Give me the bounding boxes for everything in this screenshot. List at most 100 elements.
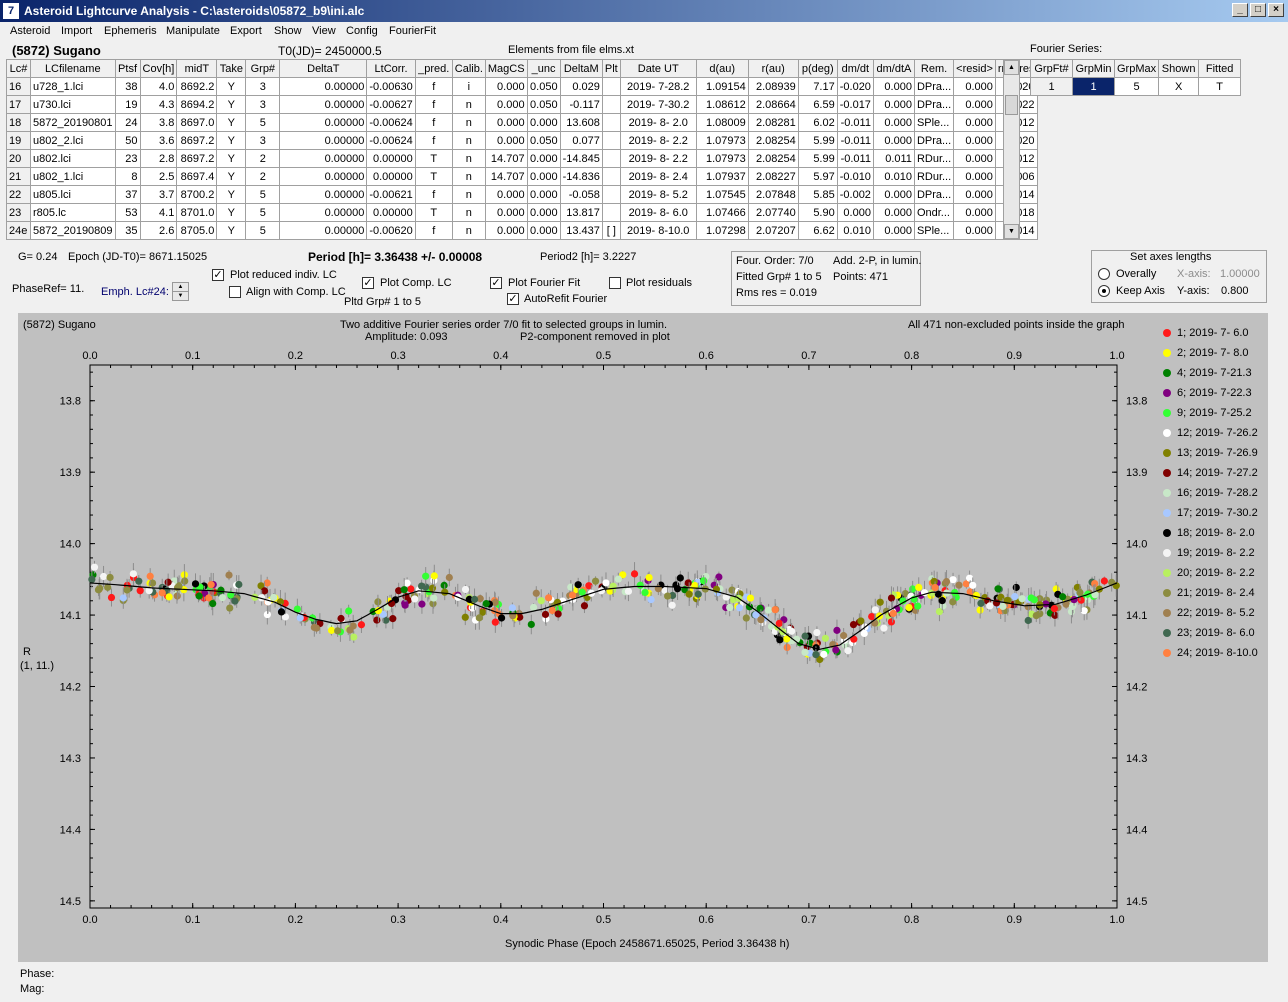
table-cell[interactable]: 3.8 [139, 113, 178, 132]
table-cell[interactable]: 1.08612 [695, 95, 749, 114]
table-cell[interactable] [601, 131, 621, 150]
fourier-cell[interactable]: 1 [1072, 77, 1115, 96]
table-cell[interactable]: 2019- 7-30.2 [619, 95, 697, 114]
table-cell[interactable]: 0.000 [953, 203, 996, 222]
table-cell[interactable]: 13.608 [559, 113, 603, 132]
table-cell[interactable]: 2019- 8- 2.0 [619, 113, 697, 132]
table-cell[interactable]: 14.707 [484, 149, 528, 168]
table-cell[interactable]: 8694.2 [176, 95, 218, 114]
menu-manipulate[interactable]: Manipulate [166, 25, 220, 37]
table-cell[interactable]: Y [216, 203, 247, 222]
menu-fourierfit[interactable]: FourierFit [389, 25, 436, 37]
table-cell[interactable]: 2.08939 [747, 77, 799, 96]
table-cell[interactable]: SPle... [913, 113, 955, 132]
fourier-col-header[interactable]: GrpFt# [1030, 59, 1073, 78]
table-cell[interactable]: 8 [114, 167, 141, 186]
table-cell[interactable]: f [414, 131, 453, 150]
table-cell[interactable]: 3 [245, 77, 281, 96]
col-header[interactable]: r(au) [747, 59, 799, 78]
table-cell[interactable]: -0.00621 [366, 185, 416, 204]
table-cell[interactable]: Y [216, 131, 247, 150]
plot-reduced-checkbox[interactable]: ✓ [212, 269, 224, 281]
table-cell[interactable]: Y [216, 185, 247, 204]
table-cell[interactable]: 2.6 [139, 221, 178, 240]
table-cell[interactable]: 2.08227 [747, 167, 799, 186]
table-cell[interactable] [601, 95, 621, 114]
table-cell[interactable]: 13.437 [559, 221, 603, 240]
table-row[interactable]: 23 r805.lc 53 4.1 8701.0 Y 5 0.00000 0.00000 Tn 0.… [6, 203, 1038, 222]
table-cell[interactable]: 0.000 [836, 203, 874, 222]
table-cell[interactable]: SPle... [913, 221, 955, 240]
table-cell[interactable]: 21 [6, 167, 31, 186]
table-cell[interactable] [601, 77, 621, 96]
table-cell[interactable]: -0.010 [836, 167, 874, 186]
table-cell[interactable]: 2 [245, 167, 281, 186]
table-cell[interactable]: 0.00000 [279, 185, 368, 204]
table-cell[interactable]: 18 [6, 113, 31, 132]
table-cell[interactable]: 2.08254 [747, 149, 799, 168]
keep-axis-radio[interactable] [1098, 285, 1110, 297]
table-cell[interactable]: 0.000 [526, 221, 561, 240]
table-cell[interactable]: u802_2.lci [30, 131, 116, 150]
menu-show[interactable]: Show [274, 25, 302, 37]
maximize-icon[interactable]: □ [1250, 3, 1266, 17]
table-cell[interactable]: 0.010 [836, 221, 874, 240]
table-cell[interactable]: 2.08254 [747, 131, 799, 150]
table-cell[interactable]: -0.058 [559, 185, 603, 204]
table-cell[interactable]: 1.07545 [695, 185, 749, 204]
fourier-col-header[interactable]: GrpMin [1072, 59, 1115, 78]
col-header[interactable]: dm/dtA [872, 59, 915, 78]
table-cell[interactable]: u728_1.lci [30, 77, 116, 96]
table-cell[interactable]: 0.010 [872, 167, 915, 186]
table-cell[interactable]: 0.000 [526, 149, 561, 168]
table-cell[interactable]: Y [216, 95, 247, 114]
col-header[interactable]: d(au) [695, 59, 749, 78]
table-cell[interactable]: -0.00627 [366, 95, 416, 114]
table-cell[interactable]: 0.000 [872, 77, 915, 96]
table-cell[interactable]: -0.117 [559, 95, 603, 114]
close-icon[interactable]: × [1268, 3, 1284, 17]
table-cell[interactable]: 22 [6, 185, 31, 204]
table-row[interactable]: 20 u802.lci 23 2.8 8697.2 Y 2 0.00000 0.00000 Tn 1… [6, 149, 1038, 168]
table-row[interactable]: 18 5872_20190801 24 3.8 8697.0 Y 5 0.00000 -0.00… [6, 113, 1038, 132]
table-scrollbar[interactable] [1003, 59, 1020, 240]
table-cell[interactable]: 5.97 [797, 167, 838, 186]
table-cell[interactable]: u805.lci [30, 185, 116, 204]
table-cell[interactable]: i [451, 77, 486, 96]
table-cell[interactable]: f [414, 185, 453, 204]
table-cell[interactable]: 5872_20190801 [30, 113, 116, 132]
fourier-col-header[interactable]: Fitted [1198, 59, 1242, 78]
table-cell[interactable]: -0.011 [836, 113, 874, 132]
table-cell[interactable]: 2019- 8-10.0 [619, 221, 697, 240]
table-cell[interactable]: 7.17 [797, 77, 838, 96]
table-cell[interactable]: 2019- 8- 2.2 [619, 149, 697, 168]
table-cell[interactable]: 4.0 [139, 77, 178, 96]
table-cell[interactable]: -0.00624 [366, 131, 416, 150]
table-cell[interactable]: u802_1.lci [30, 167, 116, 186]
table-cell[interactable]: -0.011 [836, 149, 874, 168]
table-cell[interactable]: 35 [114, 221, 141, 240]
table-cell[interactable]: 0.000 [953, 77, 996, 96]
table-cell[interactable]: 0.00000 [279, 77, 368, 96]
table-cell[interactable]: Y [216, 77, 247, 96]
table-cell[interactable]: 0.000 [872, 203, 915, 222]
scroll-up-icon[interactable]: ▲ [1004, 60, 1019, 75]
autorefit-checkbox[interactable]: ✓ [507, 293, 519, 305]
table-cell[interactable] [601, 167, 621, 186]
table-cell[interactable]: 2019- 8- 2.4 [619, 167, 697, 186]
table-cell[interactable]: 8697.2 [176, 149, 218, 168]
table-cell[interactable]: 3 [245, 95, 281, 114]
spin-down-icon[interactable]: ▼ [173, 292, 188, 300]
table-cell[interactable]: 0.000 [526, 185, 561, 204]
table-cell[interactable]: 1.09154 [695, 77, 749, 96]
table-cell[interactable]: 23 [114, 149, 141, 168]
table-cell[interactable]: 0.000 [526, 113, 561, 132]
table-cell[interactable]: 3.6 [139, 131, 178, 150]
col-header[interactable]: LCfilename [30, 59, 116, 78]
plot-fourier-checkbox[interactable]: ✓ [490, 277, 502, 289]
table-cell[interactable]: 0.000 [484, 77, 528, 96]
table-cell[interactable]: 5 [245, 185, 281, 204]
table-cell[interactable]: 8697.0 [176, 113, 218, 132]
table-cell[interactable]: 0.00000 [366, 167, 416, 186]
table-cell[interactable]: -0.020 [836, 77, 874, 96]
